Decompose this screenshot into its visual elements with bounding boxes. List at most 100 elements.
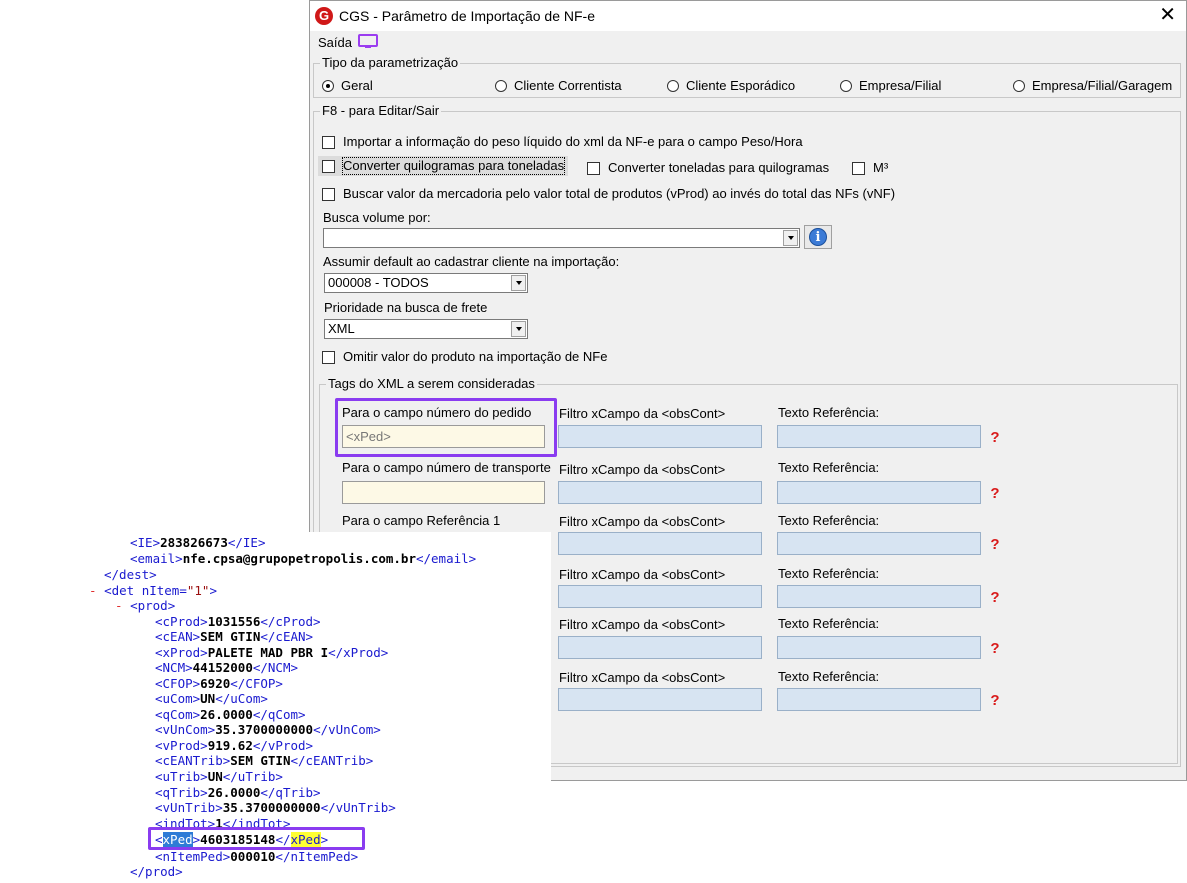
busca-volume-label: Busca volume por: [323,210,431,225]
xml-tag: <vProd> [155,738,208,753]
xml-tag: <nItemPed> [155,849,231,864]
xml-tag: <vUnCom> [155,722,216,737]
combo-value: XML [328,321,355,336]
xml-tag: </email> [415,551,477,566]
xml-viewer: <IE>283826673</IE> <email>nfe.cpsa@grupo… [0,532,551,883]
texto-referencia-input[interactable] [777,532,981,555]
xml-value: 26.0000 [207,785,261,800]
xml-value: UN [207,769,223,784]
xml-tag: <det nItem= [104,583,187,598]
chevron-down-icon[interactable] [511,321,526,337]
xml-tag: <prod> [130,598,176,613]
radio-geral[interactable]: Geral [322,78,373,94]
xml-tag: <cProd> [155,614,208,629]
help-icon[interactable]: ? [988,641,1002,657]
check-label: M³ [873,160,889,175]
radio-dot [1013,80,1025,92]
xml-value: PALETE MAD PBR I [207,645,329,660]
help-icon[interactable]: ? [988,693,1002,709]
prioridade-select[interactable]: XML [324,319,528,339]
xml-tag: </qTrib> [260,785,321,800]
texto-referencia-input[interactable] [777,688,981,711]
check-kg-para-toneladas[interactable]: Converter quilogramas para toneladas [318,156,569,176]
filtro-input[interactable] [558,481,762,504]
info-icon: i [809,228,827,246]
checkbox [852,161,865,175]
combo-value: 000008 - TODOS [328,275,429,290]
xml-tag: </prod> [130,864,183,879]
filtro-input[interactable] [558,688,762,711]
xml-value: 6920 [200,676,231,691]
help-icon[interactable]: ? [988,590,1002,606]
check-label: Converter quilogramas para toneladas [341,157,566,175]
help-icon[interactable]: ? [988,430,1002,446]
check-toneladas-para-kg[interactable]: Converter toneladas para quilogramas [587,160,829,176]
check-peso-liquido[interactable]: Importar a informação do peso líquido do… [322,134,803,150]
xml-tag: </IE> [227,535,266,550]
filtro-label: Filtro xCampo da <obsCont> [559,462,726,477]
xml-value: nfe.cpsa@grupopetropolis.com.br [182,551,416,566]
radio-dot [322,80,334,92]
xml-line-det[interactable]: - <det nItem="1"> [89,583,217,598]
xml-tag: <email> [130,551,183,566]
filtro-label: Filtro xCampo da <obsCont> [559,670,726,685]
radio-cliente-esporadico[interactable]: Cliente Esporádico [667,78,795,94]
radio-dot [495,80,507,92]
chevron-down-icon[interactable] [783,230,798,246]
radio-label: Cliente Esporádico [686,78,796,93]
xml-item: <vUnTrib>35.3700000000</vUnTrib> [155,800,396,815]
texto-referencia-input[interactable] [777,425,981,448]
help-icon[interactable]: ? [988,537,1002,553]
radio-dot [667,80,679,92]
menu-saida[interactable]: Saída [318,35,352,50]
filtro-input[interactable] [558,425,762,448]
filtro-label: Filtro xCampo da <obsCont> [559,567,726,582]
campo-transporte-input[interactable] [342,481,545,504]
pedido-highlight-frame [335,398,557,457]
xml-line-ie: <IE>283826673</IE> [130,535,265,550]
xml-tag: <uCom> [155,691,201,706]
busca-volume-select[interactable] [323,228,800,248]
xml-value: SEM GTIN [230,753,291,768]
texto-referencia-input[interactable] [777,585,981,608]
xml-value: 35.3700000000 [222,800,321,815]
xml-item: <uCom>UN</uCom> [155,691,268,706]
window-title: CGS - Parâmetro de Importação de NF-e [339,8,595,24]
checkbox [322,159,335,173]
close-icon[interactable]: ✕ [1159,4,1176,26]
check-label: Importar a informação do peso líquido do… [343,134,803,149]
campo-transporte-label: Para o campo número de transporte [342,460,551,475]
filtro-input[interactable] [558,585,762,608]
xml-item: <qTrib>26.0000</qTrib> [155,785,321,800]
filtro-input[interactable] [558,636,762,659]
filtro-input[interactable] [558,532,762,555]
radio-empresa-filial-garagem[interactable]: Empresa/Filial/Garagem [1013,78,1172,94]
xml-item: <vUnCom>35.3700000000</vUnCom> [155,722,381,737]
xml-value: 000010 [230,849,276,864]
prioridade-label: Prioridade na busca de frete [324,300,488,315]
texto-referencia-input[interactable] [777,481,981,504]
radio-cliente-correntista[interactable]: Cliente Correntista [495,78,622,94]
xml-line-prod[interactable]: - <prod> [115,598,175,613]
editar-legend: F8 - para Editar/Sair [320,103,442,119]
check-omitir-valor[interactable]: Omitir valor do produto na importação de… [322,349,607,365]
radio-empresa-filial[interactable]: Empresa/Filial [840,78,941,94]
collapse-icon[interactable]: - [89,583,97,598]
collapse-icon[interactable]: - [115,598,123,613]
xml-item: <vProd>919.62</vProd> [155,738,313,753]
xml-line-email: <email>nfe.cpsa@grupopetropolis.com.br</… [130,551,476,566]
assumir-default-select[interactable]: 000008 - TODOS [324,273,528,293]
chevron-down-icon[interactable] [511,275,526,291]
check-label: Buscar valor da mercadoria pelo valor to… [343,186,896,201]
help-icon[interactable]: ? [988,486,1002,502]
monitor-icon[interactable] [357,34,378,50]
check-vprod[interactable]: Buscar valor da mercadoria pelo valor to… [322,186,895,202]
xml-tag: <qTrib> [155,785,208,800]
xml-item: <xProd>PALETE MAD PBR I</xProd> [155,645,388,660]
check-m3[interactable]: M³ [852,160,888,176]
check-label: Converter toneladas para quilogramas [608,160,830,175]
xml-tag: </xProd> [328,645,389,660]
texto-referencia-input[interactable] [777,636,981,659]
info-button[interactable]: i [804,225,832,249]
radio-label: Cliente Correntista [514,78,622,93]
